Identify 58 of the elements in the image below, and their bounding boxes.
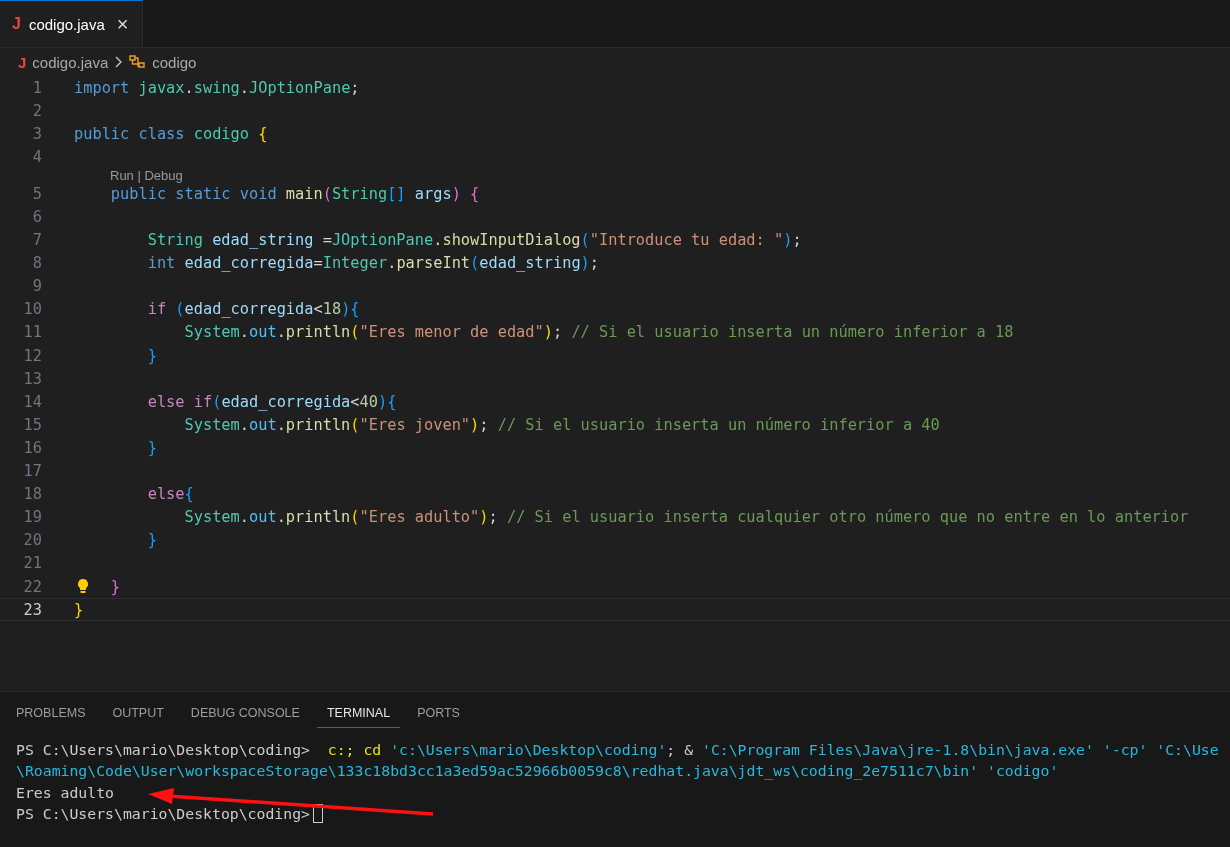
line-number: 22 [22,577,42,596]
line-number: 18 [22,485,42,504]
java-file-icon: J [12,15,21,33]
line-number: 14 [22,392,42,411]
codelens-link[interactable]: Run | Debug [110,167,183,183]
code-line: System.out.println("Eres joven"); // Si el usuario inserta un número inferior a 40 [184,415,940,434]
class-icon [128,54,147,70]
line-number: 19 [22,508,42,527]
panel-tab[interactable]: DEBUG CONSOLE [180,696,310,728]
code-line: public class codigo { [74,124,268,143]
code-line: } [110,577,121,596]
line-number: 8 [31,254,42,273]
code-line: if (edad_corregida<18){ [147,300,360,319]
java-file-icon: J [18,53,27,71]
panel-tab[interactable]: TERMINAL [316,696,401,728]
editor-tab[interactable]: J codigo.java × [0,0,144,47]
terminal-line: \Roaming\Code\User\workspaceStorage\133c18bd3cc1a3ed59ac52966b0059c8\redhat.java\jdt_ws\coding_2e7511c7\bin' 'codigo' [16,762,1059,780]
code-line: } [147,346,157,365]
code-line: } [147,438,157,457]
line-number: 11 [22,323,42,342]
terminal-line: Eres adulto [16,783,114,801]
line-number: 6 [31,208,42,226]
code-line: System.out.println("Eres menor de edad"); // Si el usuario inserta un número inferior a 18 [184,323,1014,342]
code-line: import javax.swing.JOptionPane; [74,78,360,97]
close-icon[interactable]: × [116,12,129,36]
chevron-icon [114,56,123,68]
code-line: } [147,531,157,550]
code-line: System.out.println("Eres adulto"); // Si el usuario inserta cualquier otro número que no entre en lo anterior [184,508,1189,527]
panel-tab[interactable]: OUTPUT [102,696,174,728]
panel-tab[interactable]: PORTS [407,696,470,728]
line-number: 4 [31,147,42,166]
panel-tab[interactable]: PROBLEMS [6,696,96,728]
line-number: 15 [22,415,42,434]
line-number: 16 [22,438,42,457]
line-number: 2 [31,101,42,120]
code-line: String edad_string =JOptionPane.showInputDialog("Introduce tu edad: "); [147,231,802,250]
code-line: else{ [147,485,194,504]
code-line: else if(edad_corregida<40){ [147,392,397,411]
code-line: int edad_corregida=Integer.parseInt(edad_string); [147,254,600,273]
breadcrumb-item[interactable]: codigo.java [32,53,109,71]
line-number: 1 [31,78,42,97]
terminal-line: PS C:\Users\mario\Desktop\coding> c:; cd 'c:\Users\mario\Desktop\coding'; & 'C:\Program Files\Java\jre-1.8\bin\java.exe' '-cp' 'C:\Use [16,741,1219,759]
line-number: 23 [22,600,42,619]
code-line: public static void main(String[] args) { [110,184,480,203]
breadcrumb-item[interactable]: codigo [152,53,197,71]
line-number: 12 [22,346,42,365]
line-number: 7 [31,231,42,250]
line-number: 17 [22,462,42,481]
line-number: 20 [22,531,42,550]
line-number: 13 [22,369,42,388]
line-number: 3 [31,124,42,143]
code-line: } [74,600,84,619]
line-number: 5 [31,184,42,203]
line-number: 9 [31,277,42,296]
terminal-line: PS C:\Users\mario\Desktop\coding> [16,805,310,823]
lightbulb-icon[interactable] [77,577,89,594]
line-number: 21 [22,554,42,573]
line-number: 10 [22,300,42,319]
